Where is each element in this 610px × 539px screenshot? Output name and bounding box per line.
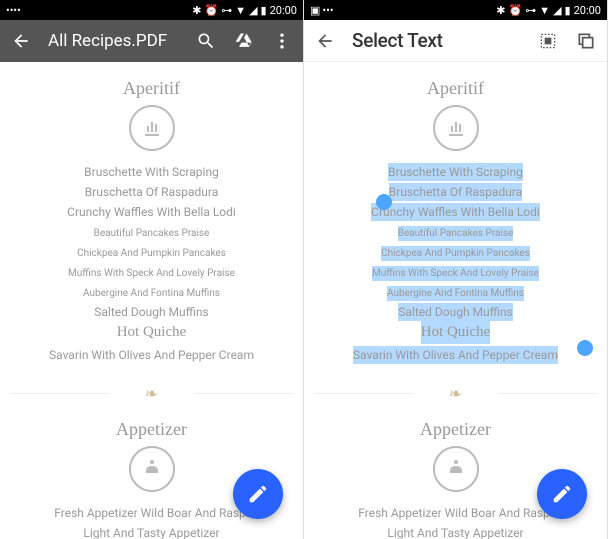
aperitif-icon: [433, 105, 479, 151]
appetizer-icon: [129, 446, 175, 492]
menu-item: Beautiful Pancakes Praise: [94, 226, 210, 241]
wifi-icon: ▼: [539, 4, 550, 17]
battery-icon: ▮: [261, 4, 267, 17]
menu-item-selected[interactable]: Crunchy Waffles With Bella Lodi: [371, 203, 540, 221]
aperitif-items: Bruschette With Scraping Bruschetta Of R…: [10, 161, 293, 364]
overflow-menu-button[interactable]: [271, 30, 293, 52]
alarm-icon: ⏰: [508, 4, 522, 17]
status-dots-icon: ••••: [6, 4, 21, 17]
menu-item: Bruschette With Scraping: [84, 163, 219, 181]
menu-item: Bruschetta Of Raspadura: [85, 183, 219, 201]
menu-item: Muffins With Speck And Lovely Praise: [68, 266, 235, 281]
menu-item-selected[interactable]: Muffins With Speck And Lovely Praise: [372, 266, 539, 281]
menu-item: Savarin With Olives And Pepper Cream: [49, 346, 254, 364]
menu-item-selected[interactable]: Bruschetta Of Raspadura: [389, 183, 523, 201]
aperitif-items: Bruschette With Scraping Bruschetta Of R…: [314, 161, 597, 364]
pdf-content[interactable]: Aperitif Bruschette With Scraping Brusch…: [304, 62, 607, 539]
signal-icon: ◢: [249, 4, 257, 17]
appetizer-icon: [433, 446, 479, 492]
menu-item: Fresh Appetizer Wild Boar And Raspi: [358, 504, 552, 522]
copy-button[interactable]: [575, 30, 597, 52]
bluetooth-icon: ✱: [192, 4, 201, 17]
toolbar-title: Select Text: [352, 29, 521, 52]
section-divider: ❧: [10, 384, 293, 403]
pdf-content[interactable]: Aperitif Bruschette With Scraping Brusch…: [0, 62, 303, 539]
menu-item: Aubergine And Fontina Muffins: [83, 286, 220, 301]
edit-fab[interactable]: [233, 469, 283, 519]
image-icon: ▣: [310, 4, 320, 17]
menu-item-selected[interactable]: Beautiful Pancakes Praise: [398, 226, 514, 241]
search-button[interactable]: [195, 30, 217, 52]
key-icon: ⊶: [525, 4, 536, 17]
signal-icon: ◢: [553, 4, 561, 17]
menu-item-selected[interactable]: Chickpea And Pumpkin Pancakes: [381, 246, 530, 261]
alarm-icon: ⏰: [204, 4, 218, 17]
section-title-appetizer: Appetizer: [10, 419, 293, 440]
menu-item-selected[interactable]: Hot Quiche: [421, 321, 491, 344]
menu-item-selected[interactable]: Bruschette With Scraping: [388, 163, 523, 181]
menu-item-selected[interactable]: Salted Dough Muffins: [398, 303, 512, 321]
toolbar-title: All Recipes.PDF: [48, 31, 179, 51]
screen-right-select-text: ▣ ••• ✱ ⏰ ⊶ ▼ ◢ ▮ 20:00 Select Text Aper…: [304, 0, 608, 539]
menu-item: Light And Tasty Appetizer: [387, 524, 523, 539]
status-bar: ▣ ••• ✱ ⏰ ⊶ ▼ ◢ ▮ 20:00: [304, 0, 607, 20]
back-button[interactable]: [10, 30, 32, 52]
status-bar: •••• ✱ ⏰ ⊶ ▼ ◢ ▮ 20:00: [0, 0, 303, 20]
menu-item: Salted Dough Muffins: [94, 303, 208, 321]
key-icon: ⊶: [221, 4, 232, 17]
section-divider: ❧: [314, 384, 597, 403]
toolbar: Select Text: [304, 20, 607, 62]
menu-item-selected[interactable]: Aubergine And Fontina Muffins: [387, 286, 524, 301]
menu-item: Hot Quiche: [117, 321, 187, 344]
edit-fab[interactable]: [537, 469, 587, 519]
status-time: 20:00: [270, 4, 297, 17]
status-time: 20:00: [574, 4, 601, 17]
bluetooth-icon: ✱: [496, 4, 505, 17]
menu-item: Crunchy Waffles With Bella Lodi: [67, 203, 236, 221]
back-button[interactable]: [314, 30, 336, 52]
select-all-button[interactable]: [537, 30, 559, 52]
menu-item-selected[interactable]: Savarin With Olives And Pepper Cream: [353, 346, 558, 364]
menu-item: Chickpea And Pumpkin Pancakes: [77, 246, 226, 261]
selection-handle-start[interactable]: [376, 194, 392, 210]
drive-button[interactable]: [233, 30, 255, 52]
aperitif-icon: [129, 105, 175, 151]
section-title-appetizer: Appetizer: [314, 419, 597, 440]
toolbar: All Recipes.PDF: [0, 20, 303, 62]
menu-item: Light And Tasty Appetizer: [83, 524, 219, 539]
battery-icon: ▮: [565, 4, 571, 17]
wifi-icon: ▼: [235, 4, 246, 17]
section-title-aperitif: Aperitif: [314, 78, 597, 99]
section-title-aperitif: Aperitif: [10, 78, 293, 99]
selection-handle-end[interactable]: [577, 340, 593, 356]
screen-left-pdf-viewer: •••• ✱ ⏰ ⊶ ▼ ◢ ▮ 20:00 All Recipes.PDF A…: [0, 0, 304, 539]
menu-item: Fresh Appetizer Wild Boar And Raspi: [54, 504, 248, 522]
status-dots-icon: •••: [322, 4, 333, 17]
